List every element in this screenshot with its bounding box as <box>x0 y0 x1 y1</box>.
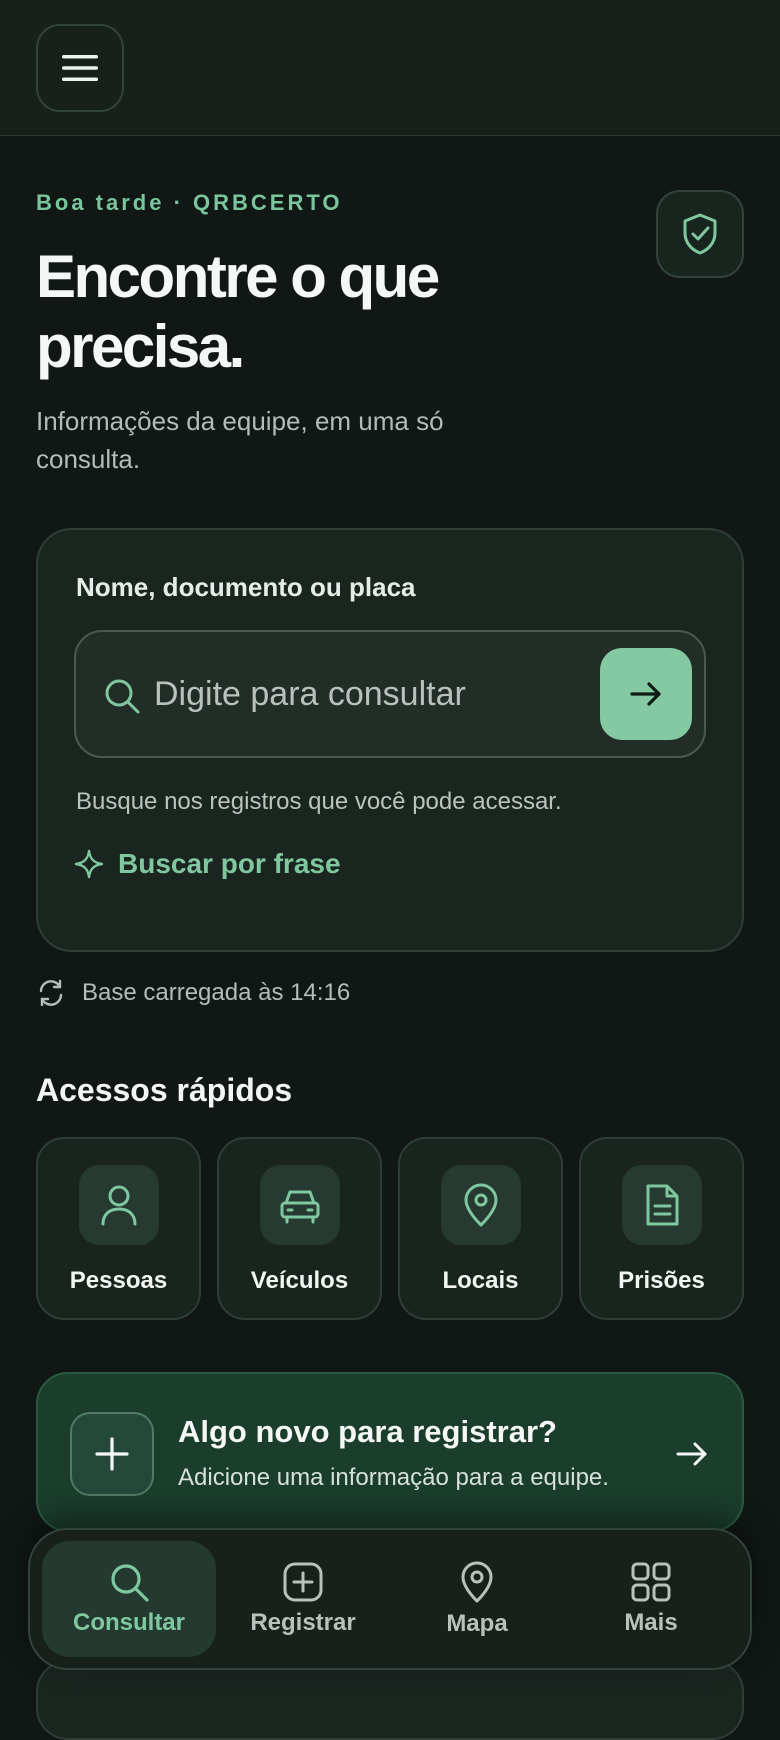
document-icon <box>646 1184 678 1226</box>
search-label: Nome, documento ou placa <box>76 572 416 602</box>
greeting-text: Boa tarde · QRBCERTO <box>36 190 343 215</box>
search-icon <box>105 679 140 714</box>
search-submit-button[interactable] <box>600 648 692 740</box>
tile-label: Pessoas <box>69 1267 168 1294</box>
phrase-search-link[interactable]: Buscar por frase <box>74 848 341 880</box>
quick-access-places[interactable]: Locais <box>398 1137 563 1320</box>
next-card-peek <box>36 1660 744 1740</box>
shield-check-icon <box>683 213 717 255</box>
menu-button[interactable] <box>36 24 124 112</box>
search-icon <box>111 1564 149 1602</box>
location-pin-icon <box>464 1183 497 1227</box>
page-subtitle: Informações da equipe, em uma só consult… <box>36 406 444 474</box>
tile-label: Veículos <box>250 1267 349 1294</box>
map-pin-icon <box>461 1561 493 1603</box>
nav-item-consultar[interactable]: Consultar <box>42 1541 216 1657</box>
quick-access-arrests[interactable]: Prisões <box>579 1137 744 1320</box>
register-cta-title: Algo novo para registrar? <box>178 1414 557 1449</box>
search-card: Nome, documento ou placa Busque nos regi… <box>36 528 744 952</box>
nav-label: Registrar <box>250 1609 356 1636</box>
nav-item-mais[interactable]: Mais <box>564 1541 738 1657</box>
register-cta-subtitle: Adicione uma informação para a equipe. <box>178 1464 609 1491</box>
nav-item-registrar[interactable]: Registrar <box>216 1541 390 1657</box>
refresh-icon <box>39 979 63 1007</box>
nav-label: Mais <box>624 1609 678 1636</box>
hamburger-menu-icon <box>62 55 98 81</box>
nav-label: Consultar <box>72 1609 185 1636</box>
grid-icon <box>631 1562 671 1602</box>
nav-label: Mapa <box>446 1610 508 1637</box>
page-title: Encontre o que precisa. <box>36 243 440 380</box>
quick-access-people[interactable]: Pessoas <box>36 1137 201 1320</box>
arrow-right-icon <box>630 682 661 706</box>
nav-item-mapa[interactable]: Mapa <box>390 1541 564 1657</box>
tile-label: Prisões <box>618 1267 705 1294</box>
plus-icon <box>95 1437 129 1471</box>
base-status: Base carregada às 14:16 <box>36 978 350 1008</box>
person-icon <box>101 1185 136 1226</box>
bottom-navigation: Consultar Registrar Mapa Mais <box>28 1528 752 1670</box>
plus-square-icon <box>283 1562 323 1602</box>
phrase-search-label: Buscar por frase <box>118 848 341 879</box>
quick-access-grid: Pessoas Veículos Locais Prisões <box>36 1137 744 1320</box>
base-status-text: Base carregada às 14:16 <box>82 979 351 1006</box>
car-icon <box>280 1190 319 1224</box>
search-field[interactable] <box>74 630 706 758</box>
arrow-right-icon <box>676 1442 707 1466</box>
quick-access-title: Acessos rápidos <box>36 1072 293 1108</box>
security-button[interactable] <box>656 190 744 278</box>
tile-label: Locais <box>442 1267 519 1294</box>
register-cta-card[interactable]: Algo novo para registrar? Adicione uma i… <box>36 1372 744 1532</box>
quick-access-vehicles[interactable]: Veículos <box>217 1137 382 1320</box>
search-input[interactable] <box>154 662 554 726</box>
top-bar <box>0 0 780 136</box>
search-hint: Busque nos registros que você pode acess… <box>76 788 562 815</box>
sparkle-icon <box>74 849 104 879</box>
